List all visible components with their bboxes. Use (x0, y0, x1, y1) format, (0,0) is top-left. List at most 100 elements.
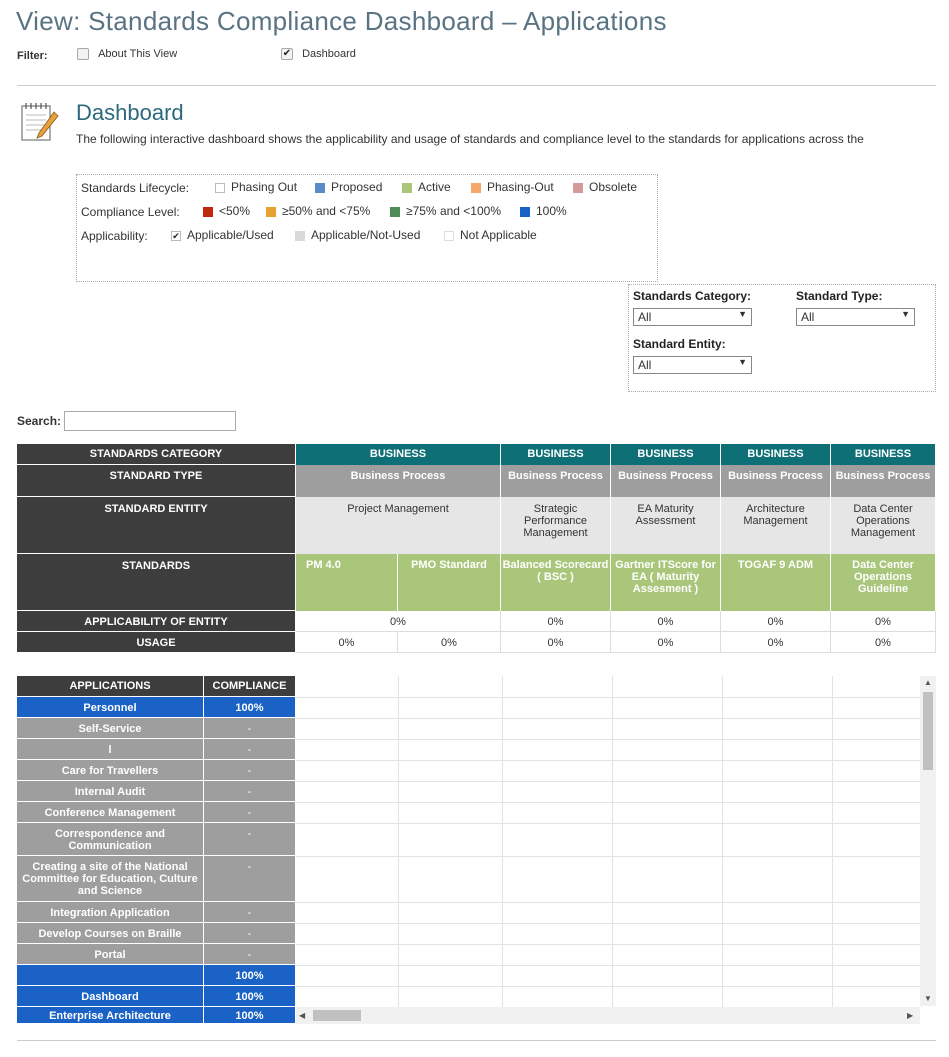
filter-about-this-view[interactable]: About This View (77, 48, 178, 61)
filter-option-label: About This View (98, 48, 178, 61)
legend-50-75: ≥50% and <75% (266, 204, 370, 218)
legend-active: Active (402, 180, 451, 194)
scroll-thumb[interactable] (313, 1010, 361, 1021)
row-header-entity: STANDARD ENTITY (17, 497, 296, 554)
scroll-left-icon[interactable]: ◀ (299, 1011, 305, 1020)
row-header-applicability: APPLICABILITY OF ENTITY (17, 611, 296, 632)
application-name[interactable]: Dashboard (17, 986, 204, 1007)
legend-obsolete: Obsolete (573, 180, 637, 194)
checkbox-about-this-view[interactable] (77, 48, 89, 61)
application-compliance: - (204, 902, 296, 923)
divider (17, 85, 936, 86)
row-header-standards: STANDARDS (17, 554, 296, 611)
standard-cell[interactable]: TOGAF 9 ADM (721, 554, 831, 611)
application-compliance: - (204, 802, 296, 823)
dashboard-description: The following interactive dashboard show… (76, 132, 864, 146)
filter-bar: Filter: About This View ✔ Dashboard (17, 48, 417, 64)
application-name[interactable]: Internal Audit (17, 781, 204, 802)
application-name[interactable]: Integration Application (17, 902, 204, 923)
standard-cell[interactable]: Balanced Scorecard ( BSC ) (501, 554, 611, 611)
application-name[interactable]: Creating a site of the National Committe… (17, 856, 204, 902)
scroll-right-icon[interactable]: ▶ (907, 1011, 913, 1020)
application-name[interactable]: Correspondence and Communication (17, 823, 204, 856)
column-entity: EA Maturity Assessment (611, 497, 721, 554)
chevron-down-icon: ▼ (901, 309, 910, 319)
legend-not-applicable: Not Applicable (444, 228, 537, 242)
application-compliance: - (204, 739, 296, 760)
checkbox-dashboard[interactable]: ✔ (281, 48, 293, 61)
applications-matrix (296, 676, 920, 1024)
application-name[interactable]: Develop Courses on Braille (17, 923, 204, 944)
column-type: Business Process (831, 465, 936, 497)
scroll-up-icon[interactable]: ▲ (924, 678, 932, 687)
search-input[interactable] (64, 411, 236, 431)
column-type: Business Process (296, 465, 501, 497)
compliance-legend: Compliance Level: <50% ≥50% and <75% ≥75… (81, 204, 567, 222)
applicability-legend: Applicability: ✔ Applicable/Used Applicab… (81, 228, 537, 246)
application-compliance: 100% (204, 697, 296, 718)
application-compliance: - (204, 718, 296, 739)
application-compliance: - (204, 856, 296, 902)
standard-cell[interactable]: PMO Standard (398, 554, 501, 611)
legend-proposed: Proposed (315, 180, 382, 194)
application-compliance: 100% (204, 1007, 296, 1024)
column-category: BUSINESS (721, 444, 831, 465)
usage-cell: 0% (831, 632, 936, 653)
legend-applicable-used: ✔ Applicable/Used (171, 228, 274, 242)
applicability-cell: 0% (296, 611, 501, 632)
standard-cell[interactable]: PM 4.0 (296, 554, 398, 611)
standard-cell[interactable]: Gartner ITScore for EA ( Maturity Assesm… (611, 554, 721, 611)
legend-phasing-out-2: Phasing-Out (471, 180, 554, 194)
application-name[interactable]: Portal (17, 944, 204, 965)
application-compliance: 100% (204, 986, 296, 1007)
application-compliance: - (204, 944, 296, 965)
filter-dashboard[interactable]: ✔ Dashboard (281, 48, 356, 61)
notepad-pencil-icon (21, 103, 59, 141)
row-header-type: STANDARD TYPE (17, 465, 296, 497)
application-compliance: - (204, 760, 296, 781)
column-type: Business Process (501, 465, 611, 497)
chevron-down-icon: ▼ (738, 357, 747, 367)
usage-cell: 0% (296, 632, 398, 653)
application-name[interactable] (17, 965, 204, 986)
scroll-thumb[interactable] (923, 692, 933, 770)
application-name[interactable]: Conference Management (17, 802, 204, 823)
standard-cell[interactable]: Data Center Operations Guideline (831, 554, 936, 611)
column-entity: Strategic Performance Management (501, 497, 611, 554)
application-name[interactable]: Self-Service (17, 718, 204, 739)
category-label: Standards Category: (633, 289, 752, 303)
legend-phasing-out: Phasing Out (215, 180, 297, 194)
category-select[interactable]: All ▼ (633, 308, 752, 326)
application-compliance: - (204, 823, 296, 856)
usage-cell: 0% (398, 632, 501, 653)
page-title: View: Standards Compliance Dashboard – A… (16, 6, 667, 36)
application-compliance: 100% (204, 965, 296, 986)
legend-applicable-not-used: Applicable/Not-Used (295, 228, 420, 242)
scroll-down-icon[interactable]: ▼ (924, 994, 932, 1003)
column-entity: Data Center Operations Management (831, 497, 936, 554)
legend-75-100: ≥75% and <100% (390, 204, 501, 218)
usage-cell: 0% (611, 632, 721, 653)
vertical-scrollbar[interactable]: ▲ ▼ (920, 676, 936, 1006)
entity-select[interactable]: All ▼ (633, 356, 752, 374)
application-name[interactable]: Enterprise Architecture (17, 1007, 204, 1024)
compliance-header: COMPLIANCE (204, 676, 296, 697)
column-category: BUSINESS (501, 444, 611, 465)
chevron-down-icon: ▼ (738, 309, 747, 319)
row-header-category: STANDARDS CATEGORY (17, 444, 296, 465)
entity-label: Standard Entity: (633, 337, 726, 351)
application-name[interactable]: l (17, 739, 204, 760)
legend-box: Standards Lifecycle: Phasing Out Propose… (76, 174, 658, 282)
search-label: Search: (17, 414, 62, 428)
application-compliance: - (204, 923, 296, 944)
row-header-usage: USAGE (17, 632, 296, 653)
filter-label: Filter: (17, 50, 48, 62)
horizontal-scrollbar[interactable]: ◀ ▶ (296, 1007, 920, 1024)
application-name[interactable]: Personnel (17, 697, 204, 718)
usage-cell: 0% (721, 632, 831, 653)
type-select[interactable]: All ▼ (796, 308, 915, 326)
legend-100: 100% (520, 204, 567, 218)
divider (17, 1040, 936, 1041)
application-name[interactable]: Care for Travellers (17, 760, 204, 781)
column-entity: Project Management (296, 497, 501, 554)
